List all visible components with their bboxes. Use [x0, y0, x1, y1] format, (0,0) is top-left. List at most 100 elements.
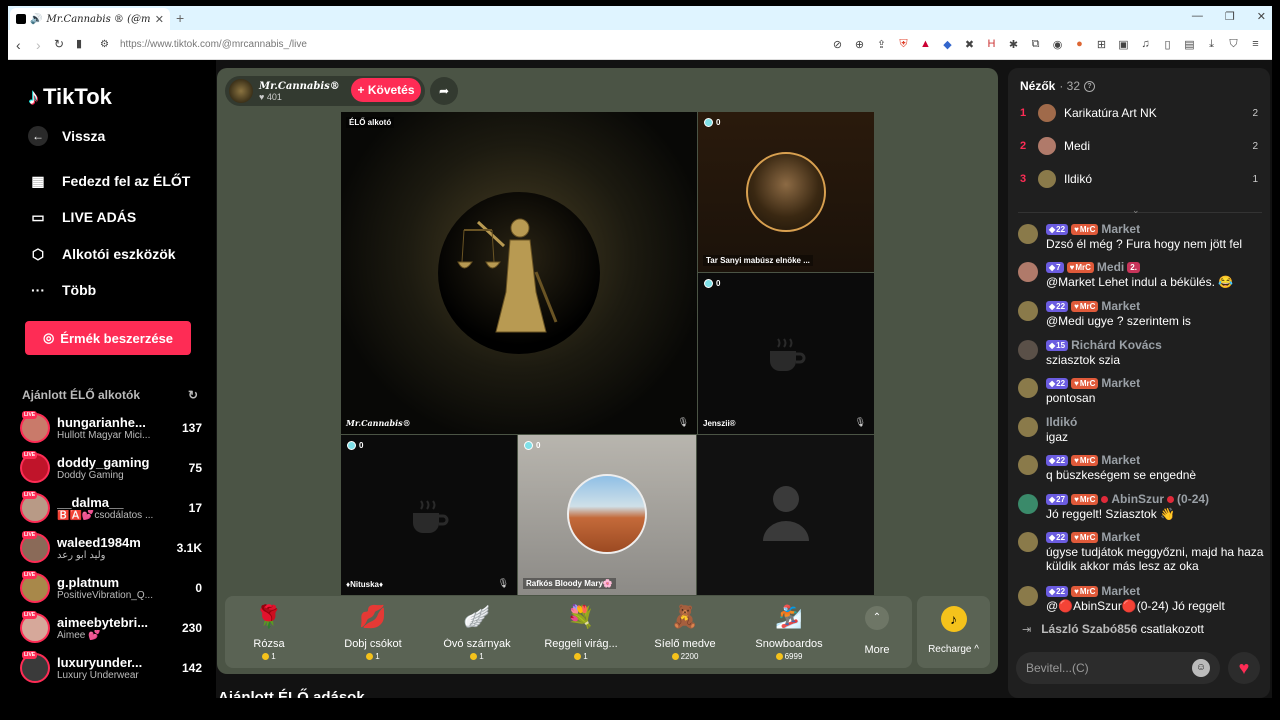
heart-icon[interactable]: ♥: [1228, 652, 1260, 684]
brave-shield-icon[interactable]: ⛨: [897, 38, 910, 51]
creator-item[interactable]: LIVE __dalma__ 🅱️🅰️💕csodálatos ... 17: [20, 490, 202, 526]
minimize-icon[interactable]: —: [1192, 10, 1203, 23]
chat-avatar[interactable]: [1018, 224, 1038, 244]
more-gifts-button[interactable]: ⌃ More: [857, 606, 897, 656]
chat-avatar[interactable]: [1018, 378, 1038, 398]
zoom-icon[interactable]: ⊕: [853, 38, 866, 51]
creator-item[interactable]: LIVE aimeebytebri... Aimee 💕 230: [20, 610, 202, 646]
sidebar-icon[interactable]: ▯: [1161, 38, 1174, 51]
viewer-item[interactable]: 2 Medi 2: [1020, 137, 1258, 155]
empty-seat-cell[interactable]: [697, 435, 874, 595]
level-badge: ◆ 22: [1046, 223, 1069, 235]
guest-count-badge: 0: [524, 441, 540, 450]
chat-username[interactable]: Market: [1101, 376, 1140, 390]
chat-avatar[interactable]: [1018, 262, 1038, 282]
browser-tab[interactable]: 🔊 Mr.Cannabis ® (@mrcann ✕: [10, 8, 170, 30]
extension-1-icon[interactable]: ◆: [941, 38, 954, 51]
viewers-header[interactable]: Nézők · 32 ?: [1020, 79, 1096, 93]
nav-more[interactable]: ··· Több: [28, 280, 96, 300]
chat-avatar[interactable]: [1018, 494, 1038, 514]
rewards-icon[interactable]: ▲: [919, 38, 932, 51]
menu-icon[interactable]: ≡: [1249, 38, 1262, 51]
url-field[interactable]: https://www.tiktok.com/@mrcannabis_/live: [120, 39, 307, 50]
gift-item[interactable]: 🌹 Rózsa 1: [217, 602, 321, 661]
guest-cell-3[interactable]: 0 ♦Nituska♦ 🎙: [341, 435, 517, 595]
forward-icon[interactable]: ›: [36, 37, 41, 53]
host-avatar[interactable]: [229, 79, 253, 103]
nav-explore-live[interactable]: ▦ Fedezd fel az ÉLŐT: [28, 171, 190, 191]
chat-username[interactable]: Market: [1101, 299, 1140, 313]
music-icon[interactable]: ♫: [1139, 38, 1152, 51]
back-icon[interactable]: ‹: [16, 37, 21, 53]
restore-icon[interactable]: ❐: [1225, 10, 1235, 23]
guest-cell-2[interactable]: 0 Jenszii® 🎙: [698, 273, 874, 434]
site-settings-icon[interactable]: ⚙: [100, 39, 109, 50]
recharge-button[interactable]: ♪ Recharge ^: [917, 596, 990, 668]
gift-item[interactable]: 🪽 Óvó szárnyak 1: [425, 602, 529, 661]
joined-user[interactable]: László Szabó856: [1041, 622, 1137, 636]
gift-item[interactable]: 🧸 Síelő medve 2200: [633, 602, 737, 661]
extension-5-icon[interactable]: ⧉: [1029, 38, 1042, 51]
nav-back[interactable]: ← Vissza: [28, 126, 105, 146]
main-video-cell[interactable]: ÉLŐ alkotó Mr.Cannabis® 🎙: [341, 112, 697, 434]
extension-8-icon[interactable]: ⊞: [1095, 38, 1108, 51]
viewer-item[interactable]: 3 Ildikó 1: [1020, 170, 1258, 188]
chat-username[interactable]: Market: [1101, 584, 1140, 598]
extension-6-icon[interactable]: ◉: [1051, 38, 1064, 51]
extension-4-icon[interactable]: ✱: [1007, 38, 1020, 51]
host-name[interactable]: Mr.Cannabis®: [259, 81, 340, 92]
extension-9-icon[interactable]: ▣: [1117, 38, 1130, 51]
gift-item[interactable]: 🏂 Snowboardos 6999: [737, 602, 841, 661]
creator-item[interactable]: LIVE doddy_gaming Doddy Gaming 75: [20, 450, 202, 486]
chat-avatar[interactable]: [1018, 586, 1038, 606]
gift-item[interactable]: 💋 Dobj csókot 1: [321, 602, 425, 661]
translate-icon[interactable]: ⊘: [831, 38, 844, 51]
chat-username[interactable]: Market: [1101, 530, 1140, 544]
download-icon[interactable]: ⤓: [1205, 38, 1218, 51]
guest-cell-1[interactable]: 0 Tar Sanyi mabúsz elnöke ...: [698, 112, 874, 272]
chat-avatar[interactable]: [1018, 455, 1038, 475]
chat-username[interactable]: AbinSzur: [1111, 492, 1164, 506]
creator-item[interactable]: LIVE g.platnum PositiveVibration_Q... 0: [20, 570, 202, 606]
window-close-icon[interactable]: ✕: [1257, 10, 1266, 23]
close-tab-icon[interactable]: ✕: [155, 13, 164, 26]
chat-username[interactable]: Richárd Kovács: [1071, 338, 1162, 352]
chevron-down-icon[interactable]: ⌄: [1132, 205, 1140, 216]
tiktok-logo[interactable]: ♪ TikTok: [28, 84, 112, 110]
chat-username[interactable]: Market: [1101, 222, 1140, 236]
help-icon[interactable]: ?: [1084, 80, 1096, 92]
refresh-icon[interactable]: ↻: [188, 388, 198, 402]
creator-item[interactable]: LIVE waleed1984m وليد ابو رعد 3.1K: [20, 530, 202, 566]
bookmark-icon[interactable]: ▮: [76, 37, 82, 50]
get-coins-button[interactable]: ◎ Érmék beszerzése: [25, 321, 191, 355]
chat-username[interactable]: Ildikó: [1046, 415, 1077, 429]
reload-icon[interactable]: ↻: [54, 37, 64, 51]
chat-avatar[interactable]: [1018, 301, 1038, 321]
extension-7-icon[interactable]: ●: [1073, 38, 1086, 51]
share-icon[interactable]: ➦: [430, 77, 458, 105]
nav-creator-tools[interactable]: ⬡ Alkotói eszközök: [28, 244, 176, 264]
creator-item[interactable]: LIVE hungarianhe... Hullott Magyar Mici...…: [20, 410, 202, 446]
tiktok-favicon-icon: [16, 14, 26, 24]
wallet-icon[interactable]: ▤: [1183, 38, 1196, 51]
emoji-icon[interactable]: ☺: [1192, 659, 1210, 677]
nav-live-studio[interactable]: ▭ LIVE ADÁS: [28, 207, 136, 227]
extension-2-icon[interactable]: ✖: [963, 38, 976, 51]
viewer-item[interactable]: 1 Karikatúra Art NK 2: [1020, 104, 1258, 122]
chat-input[interactable]: [1026, 661, 1176, 675]
level-badge: ◆ 22: [1046, 531, 1069, 543]
chat-avatar[interactable]: [1018, 340, 1038, 360]
chat-avatar[interactable]: [1018, 417, 1038, 437]
creator-info: waleed1984m وليد ابو رعد: [57, 535, 165, 561]
guest-cell-4[interactable]: 0 Rafkós Bloody Mary🌸: [518, 435, 696, 595]
vpn-icon[interactable]: ⛉: [1227, 38, 1240, 51]
chat-username[interactable]: Medi: [1097, 260, 1124, 274]
extension-3-icon[interactable]: H: [985, 38, 998, 51]
chat-username[interactable]: Market: [1101, 453, 1140, 467]
share-icon[interactable]: ⇪: [875, 38, 888, 51]
creator-item[interactable]: LIVE luxuryunder... Luxury Underwear 142: [20, 650, 202, 686]
new-tab-icon[interactable]: +: [176, 10, 184, 26]
gift-item[interactable]: 💐 Reggeli virág... 1: [529, 602, 633, 661]
follow-button[interactable]: + Követés: [351, 78, 421, 102]
chat-avatar[interactable]: [1018, 532, 1038, 552]
